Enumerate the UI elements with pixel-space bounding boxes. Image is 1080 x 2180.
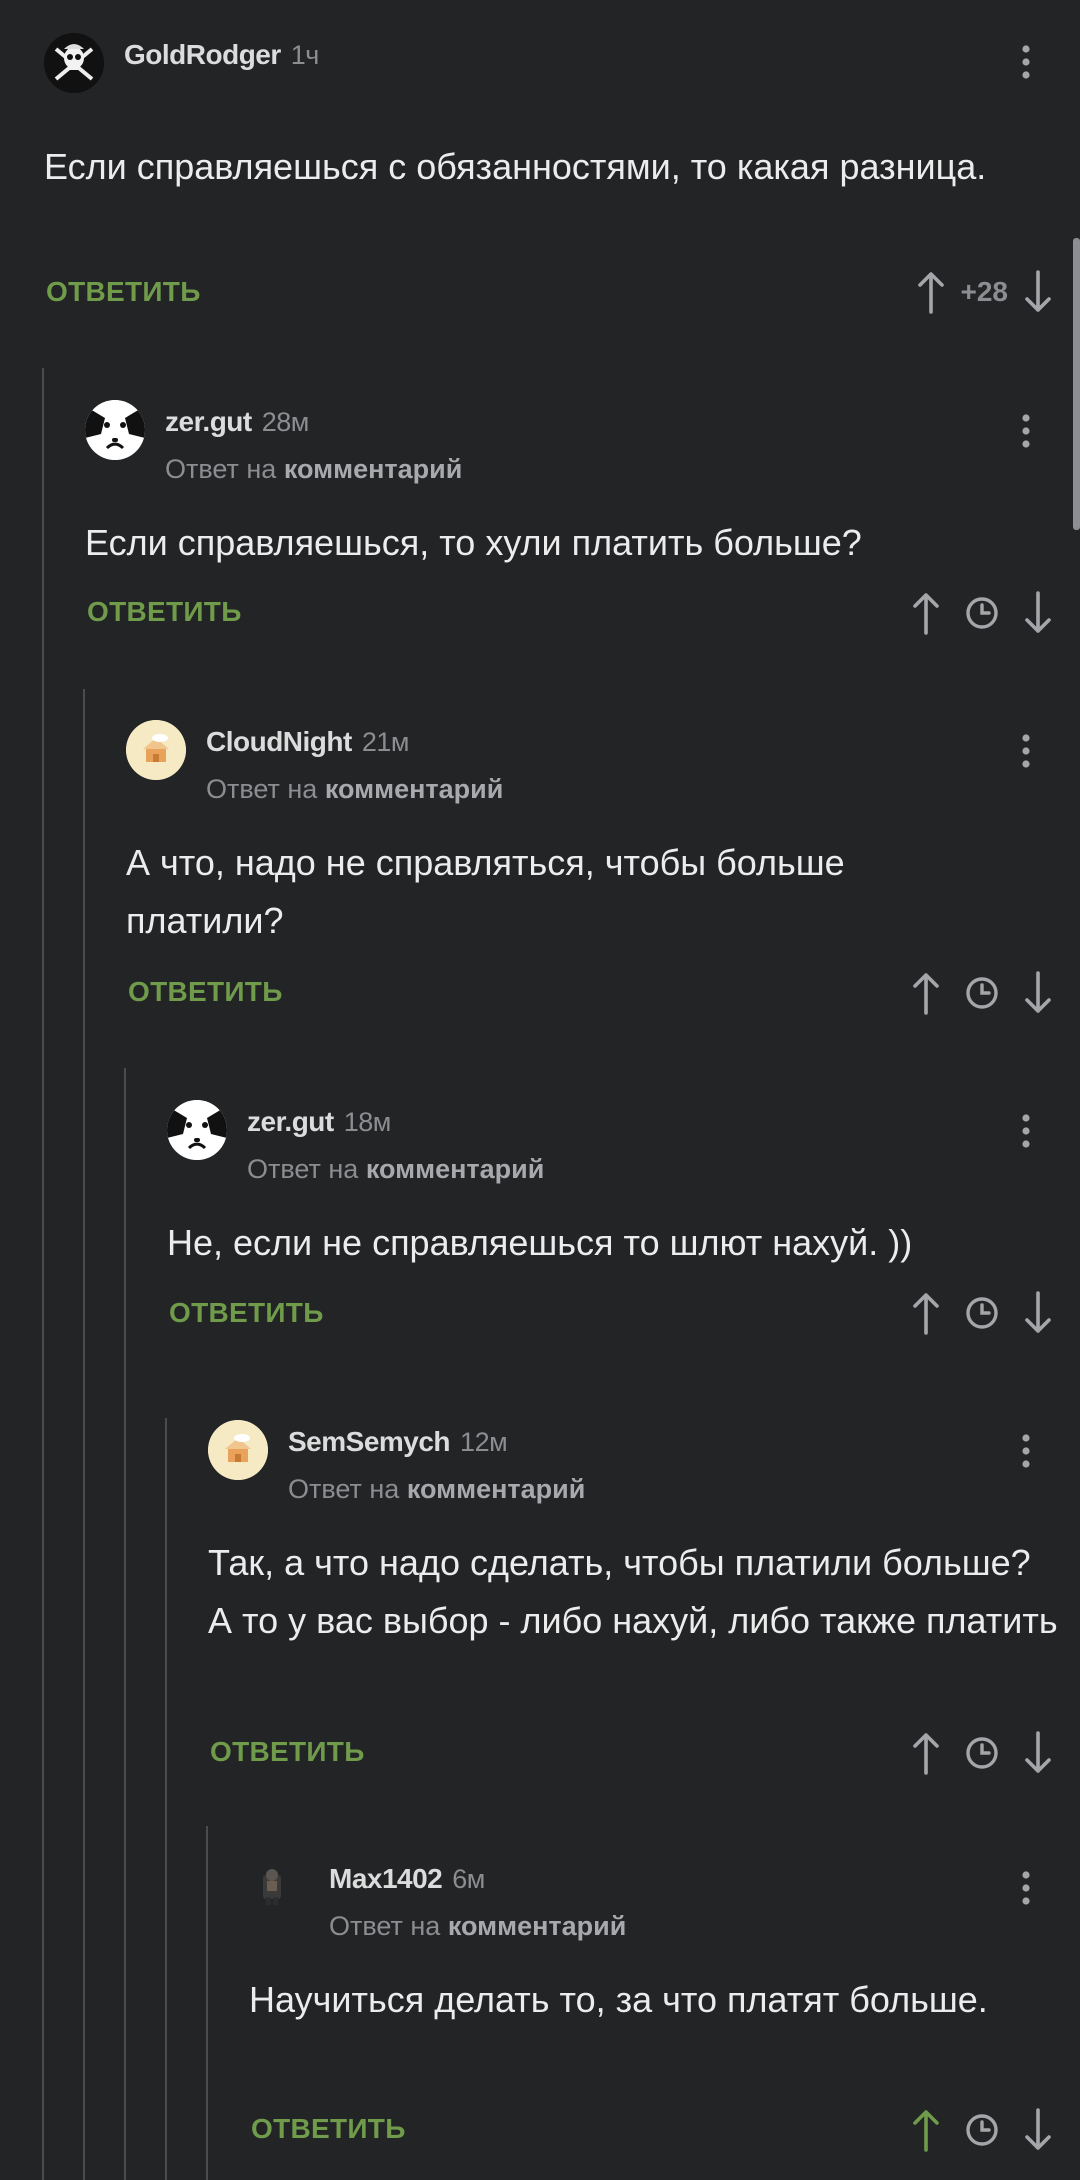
- thread-line: [206, 1826, 208, 2180]
- comment-text: Научиться делать то, за что платят больш…: [249, 1979, 988, 2020]
- author-name[interactable]: GoldRodger 1ч: [124, 39, 319, 71]
- clock-icon[interactable]: [964, 1735, 1000, 1771]
- comment-text: Если справляешься с обязанностями, то ка…: [44, 146, 987, 187]
- comment-time: 6м: [452, 1864, 485, 1894]
- rating-value: +28: [960, 276, 1009, 307]
- comment-time: 28м: [261, 407, 310, 437]
- downvote-arrow-icon[interactable]: [1022, 270, 1054, 314]
- upvote-arrow-icon[interactable]: [915, 270, 947, 314]
- author-name[interactable]: CloudNight 21м: [206, 726, 409, 758]
- comment-actions: +28: [915, 270, 1055, 314]
- comment: zer.gut 18м Ответ на комментарий Не, если…: [167, 1100, 1080, 1360]
- scrollbar[interactable]: [1073, 238, 1080, 530]
- thread-line: [124, 1068, 126, 2180]
- downvote-arrow-icon[interactable]: [1022, 1731, 1054, 1775]
- comment: SemSemych 12м Ответ на комментарий Так, а…: [208, 1420, 1080, 1780]
- clock-icon[interactable]: [964, 975, 1000, 1011]
- reply-to-link[interactable]: комментарий: [407, 1474, 586, 1504]
- reply-to-link[interactable]: комментарий: [325, 774, 504, 804]
- thread-line: [165, 1418, 167, 2180]
- reply-to-label: Ответ на комментарий: [206, 774, 504, 804]
- comment-actions: [910, 1291, 1054, 1335]
- author-name[interactable]: zer.gut 28м: [165, 406, 309, 438]
- reply-button[interactable]: ОТВЕТИТЬ: [46, 276, 201, 308]
- comment-text: А что, надо не справляться, чтобы больше…: [126, 842, 845, 941]
- clock-icon[interactable]: [964, 2112, 1000, 2148]
- upvote-arrow-icon[interactable]: [910, 1731, 942, 1775]
- reply-to-label: Ответ на комментарий: [165, 454, 463, 484]
- reply-button[interactable]: ОТВЕТИТЬ: [128, 976, 283, 1008]
- reply-to-label: Ответ на комментарий: [288, 1474, 586, 1504]
- cow-avatar[interactable]: [167, 1100, 227, 1160]
- clock-icon[interactable]: [964, 595, 1000, 631]
- comment-actions: [910, 971, 1054, 1015]
- downvote-arrow-icon[interactable]: [1022, 1291, 1054, 1335]
- cow-avatar[interactable]: [85, 400, 145, 460]
- comment-actions: [910, 1731, 1054, 1775]
- default-house-avatar[interactable]: [126, 720, 186, 780]
- reply-button[interactable]: ОТВЕТИТЬ: [210, 1736, 365, 1768]
- more-menu-icon[interactable]: [1016, 1112, 1036, 1152]
- downvote-arrow-icon[interactable]: [1022, 591, 1054, 635]
- comment-time: 18м: [343, 1107, 392, 1137]
- more-menu-icon[interactable]: [1016, 1869, 1036, 1909]
- comment: Max1402 6м Ответ на комментарий Научиться…: [249, 1857, 1080, 2167]
- more-menu-icon[interactable]: [1016, 43, 1036, 83]
- comment-time: 21м: [361, 727, 410, 757]
- upvote-arrow-icon[interactable]: [910, 971, 942, 1015]
- upvote-arrow-icon[interactable]: [910, 2108, 942, 2152]
- comment-time: 12м: [460, 1427, 508, 1457]
- reply-to-label: Ответ на комментарий: [329, 1911, 627, 1941]
- pirate-flag-avatar[interactable]: [44, 33, 104, 93]
- more-menu-icon[interactable]: [1016, 1432, 1036, 1472]
- comment-text: Не, если не справляешься то шлют нахуй. …: [167, 1222, 913, 1263]
- reply-to-label: Ответ на комментарий: [247, 1154, 545, 1184]
- reply-button[interactable]: ОТВЕТИТЬ: [169, 1297, 324, 1329]
- author-name[interactable]: SemSemych 12м: [288, 1426, 508, 1458]
- upvote-arrow-icon[interactable]: [910, 591, 942, 635]
- author-name[interactable]: Max1402 6м: [329, 1863, 485, 1895]
- small-figure-avatar[interactable]: [249, 1857, 309, 1917]
- comment: GoldRodger 1ч Если справляешься с обязанн…: [44, 33, 1080, 333]
- reply-button[interactable]: ОТВЕТИТЬ: [251, 2113, 406, 2145]
- thread-line: [83, 689, 85, 2180]
- comment-time: 1ч: [290, 40, 320, 70]
- comment-actions: [910, 591, 1054, 635]
- downvote-arrow-icon[interactable]: [1022, 2108, 1054, 2152]
- comment-text: Так, а что надо сделать, чтобы платили б…: [208, 1542, 1058, 1641]
- comment: zer.gut 28м Ответ на комментарий Если спр…: [85, 400, 1080, 660]
- downvote-arrow-icon[interactable]: [1022, 971, 1054, 1015]
- author-name[interactable]: zer.gut 18м: [247, 1106, 391, 1138]
- clock-icon[interactable]: [964, 1295, 1000, 1331]
- thread-line: [42, 368, 44, 2180]
- more-menu-icon[interactable]: [1016, 732, 1036, 772]
- comment: CloudNight 21м Ответ на комментарий А что…: [126, 720, 1080, 1020]
- comment-actions: [910, 2108, 1054, 2152]
- comment-text: Если справляешься, то хули платить больш…: [85, 522, 862, 563]
- reply-to-link[interactable]: комментарий: [448, 1911, 627, 1941]
- reply-to-link[interactable]: комментарий: [284, 454, 463, 484]
- upvote-arrow-icon[interactable]: [910, 1291, 942, 1335]
- reply-to-link[interactable]: комментарий: [366, 1154, 545, 1184]
- more-menu-icon[interactable]: [1016, 412, 1036, 452]
- default-house-avatar[interactable]: [208, 1420, 268, 1480]
- reply-button[interactable]: ОТВЕТИТЬ: [87, 596, 242, 628]
